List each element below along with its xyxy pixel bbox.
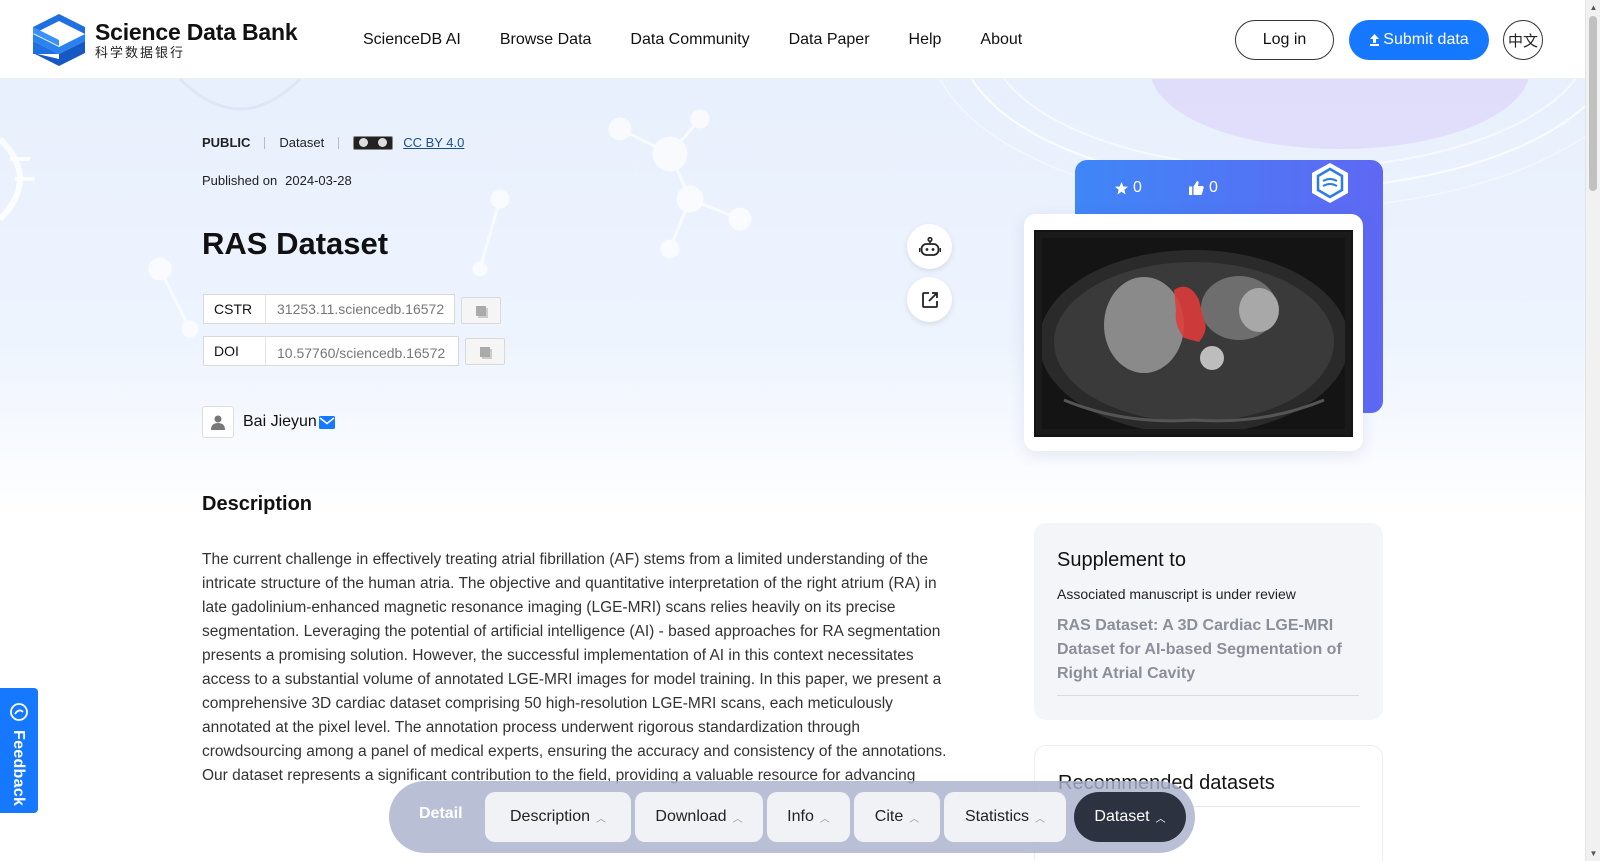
supplement-heading: Supplement to bbox=[1057, 549, 1186, 571]
robot-icon bbox=[918, 236, 941, 256]
cstr-value: 31253.11.sciencedb.16572 bbox=[277, 301, 445, 317]
tab-label: Statistics bbox=[964, 808, 1029, 825]
nav-browse-data[interactable]: Browse Data bbox=[500, 31, 592, 49]
ai-assistant-button[interactable] bbox=[907, 224, 952, 269]
user-avatar-icon bbox=[202, 406, 234, 438]
scrollbar-thumb[interactable] bbox=[1589, 16, 1597, 191]
tab-description[interactable]: Description ︿ bbox=[485, 792, 631, 842]
tab-download[interactable]: Download ︿ bbox=[635, 792, 763, 842]
sciencedb-logo-icon bbox=[33, 14, 85, 66]
chevron-up-icon: ︿ bbox=[819, 813, 830, 825]
copy-cstr-button[interactable] bbox=[461, 297, 501, 324]
divider bbox=[1057, 695, 1359, 696]
access-badge: PUBLIC bbox=[202, 135, 251, 150]
dataset-meta-row: PUBLIC Dataset CC BY 4.0 bbox=[202, 135, 464, 150]
cstr-label: CSTR bbox=[204, 295, 266, 323]
tab-dataset[interactable]: Dataset ︿ bbox=[1074, 792, 1186, 842]
tab-cite[interactable]: Cite ︿ bbox=[854, 792, 940, 842]
share-external-icon bbox=[921, 291, 938, 308]
author-name[interactable]: Bai Jieyun bbox=[243, 413, 317, 431]
copy-icon bbox=[476, 305, 486, 316]
chevron-up-icon: ︿ bbox=[909, 813, 920, 825]
feedback-icon bbox=[10, 703, 28, 721]
nav-sciencedb-ai[interactable]: ScienceDB AI bbox=[363, 31, 461, 49]
description-heading: Description bbox=[202, 493, 313, 515]
published-date: Published on 2024-03-28 bbox=[202, 173, 352, 188]
mri-preview-image bbox=[1034, 230, 1353, 437]
doi-label: DOI bbox=[204, 337, 266, 365]
dataset-thumbnail-card[interactable] bbox=[1024, 214, 1363, 451]
doi-value: 10.57760/sciencedb.16572 bbox=[277, 345, 446, 361]
tab-statistics[interactable]: Statistics ︿ bbox=[944, 792, 1066, 842]
chevron-up-icon: ︿ bbox=[1035, 813, 1045, 825]
scroll-up-arrow-icon[interactable]: ▲ bbox=[1589, 3, 1598, 12]
tab-label: Description bbox=[509, 808, 591, 825]
supplement-note: Associated manuscript is under review bbox=[1057, 586, 1296, 602]
chevron-up-icon: ︿ bbox=[1155, 813, 1166, 825]
meta-divider bbox=[338, 136, 340, 149]
submit-data-button[interactable]: Submit data bbox=[1349, 20, 1489, 60]
language-toggle-button[interactable]: 中文 bbox=[1503, 20, 1543, 60]
site-header: Science Data Bank 科学数据银行 ScienceDB AI Br… bbox=[0, 0, 1585, 79]
nav-data-paper[interactable]: Data Paper bbox=[789, 31, 870, 49]
tab-info[interactable]: Info ︿ bbox=[767, 792, 850, 842]
nav-about[interactable]: About bbox=[980, 31, 1022, 49]
feedback-tab[interactable]: Feedback bbox=[0, 688, 38, 813]
author-entry[interactable]: Bai Jieyun bbox=[202, 406, 335, 438]
doi-field: DOI 10.57760/sciencedb.16572 bbox=[203, 336, 459, 366]
description-text: The current challenge in effectively tre… bbox=[202, 551, 947, 784]
cstr-field: CSTR 31253.11.sciencedb.16572 bbox=[203, 294, 455, 324]
sciencedb-badge-icon bbox=[1312, 163, 1348, 203]
share-button[interactable] bbox=[907, 277, 952, 322]
star-count[interactable]: 0 bbox=[1115, 179, 1142, 197]
copy-icon bbox=[480, 346, 490, 357]
dataset-title: RAS Dataset bbox=[202, 226, 389, 261]
chevron-up-icon: ︿ bbox=[732, 813, 743, 825]
scroll-down-arrow-icon[interactable]: ▼ bbox=[1589, 849, 1598, 858]
star-icon bbox=[1115, 181, 1128, 194]
email-icon[interactable] bbox=[318, 415, 335, 429]
tab-label: Dataset bbox=[1094, 808, 1150, 825]
feedback-label: Feedback bbox=[10, 730, 27, 807]
supplement-panel: Supplement to Associated manuscript is u… bbox=[1034, 523, 1383, 720]
tab-label: Info bbox=[787, 808, 814, 825]
chevron-up-icon: ︿ bbox=[596, 813, 607, 825]
published-value: 2024-03-28 bbox=[285, 173, 352, 188]
resource-type: Dataset bbox=[279, 135, 325, 150]
cc-license-icon bbox=[353, 135, 394, 150]
logo-subtitle: 科学数据银行 bbox=[95, 45, 186, 60]
logo-title: Science Data Bank bbox=[95, 19, 298, 45]
star-count-value: 0 bbox=[1133, 179, 1142, 196]
supplement-paper-link[interactable]: RAS Dataset: A 3D Cardiac LGE-MRI Datase… bbox=[1057, 614, 1353, 686]
tab-label: Cite bbox=[874, 808, 904, 825]
main-nav: ScienceDB AI Browse Data Data Community … bbox=[363, 0, 1061, 79]
like-count[interactable]: 0 bbox=[1189, 179, 1218, 197]
published-label: Published on bbox=[202, 173, 278, 188]
tab-detail-label: Detail bbox=[419, 805, 463, 822]
copy-doi-button[interactable] bbox=[465, 338, 505, 365]
site-logo[interactable]: Science Data Bank 科学数据银行 bbox=[31, 12, 298, 68]
thumbs-up-icon bbox=[1189, 181, 1204, 195]
license-link[interactable]: CC BY 4.0 bbox=[403, 135, 464, 150]
login-button[interactable]: Log in bbox=[1235, 20, 1334, 60]
meta-divider bbox=[264, 136, 266, 149]
upload-icon bbox=[1370, 34, 1380, 46]
page-scrollbar[interactable]: ▲ ▼ bbox=[1585, 0, 1600, 861]
section-tab-bar: Detail Description ︿ Download ︿ Info ︿ Cite… bbox=[389, 781, 1195, 853]
like-count-value: 0 bbox=[1209, 179, 1218, 196]
submit-data-label: Submit data bbox=[1383, 31, 1469, 48]
nav-help[interactable]: Help bbox=[909, 31, 942, 49]
tab-label: Download bbox=[655, 808, 727, 825]
nav-data-community[interactable]: Data Community bbox=[630, 31, 749, 49]
